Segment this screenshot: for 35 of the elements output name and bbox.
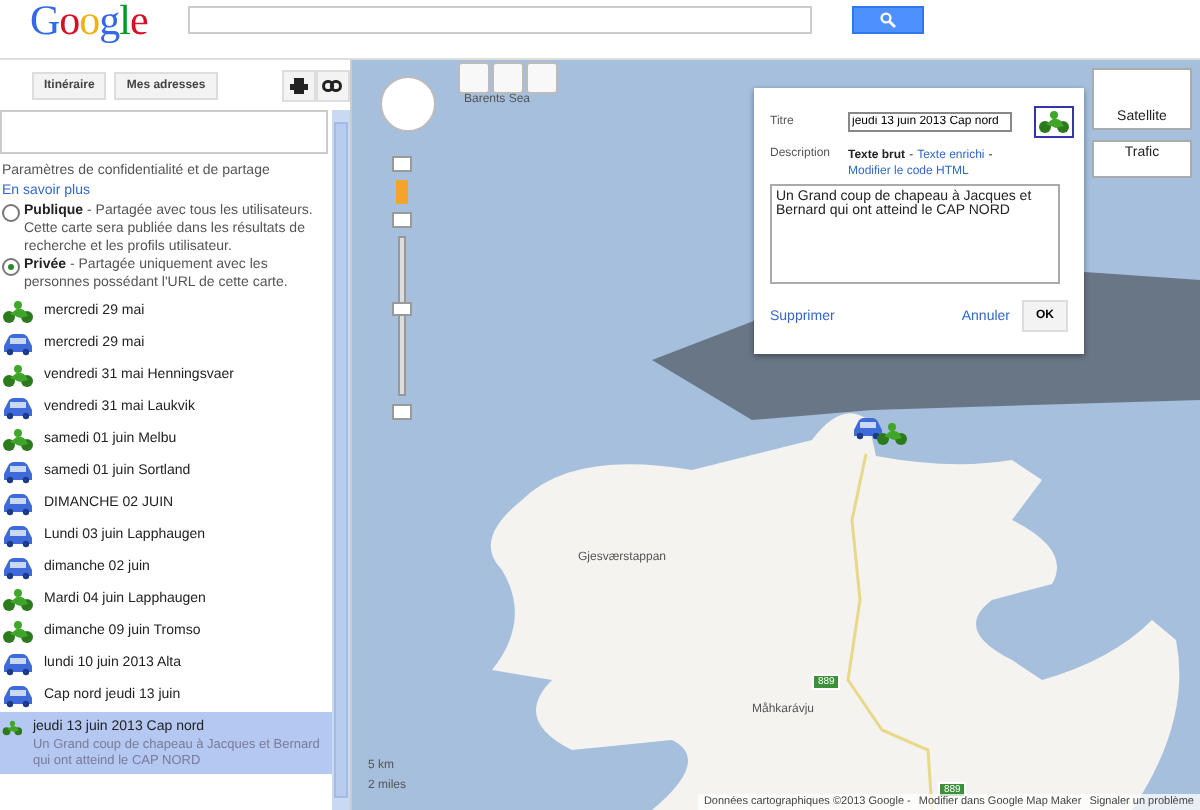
zoom-thumb[interactable]	[392, 302, 412, 317]
search-field[interactable]	[187, 6, 812, 34]
car-icon	[2, 524, 34, 548]
zoom-slider[interactable]	[398, 236, 406, 396]
motorcycle-icon	[2, 428, 34, 452]
car-icon	[2, 396, 34, 420]
motorcycle-icon	[1038, 110, 1070, 134]
motorcycle-icon	[2, 620, 34, 644]
car-icon	[2, 556, 34, 580]
print-button[interactable]	[281, 70, 316, 102]
link-icon	[322, 80, 343, 92]
motorcycle-icon	[2, 588, 34, 612]
scrollbar[interactable]	[332, 110, 350, 810]
link-button[interactable]	[315, 70, 350, 102]
zoom-button[interactable]	[392, 156, 412, 172]
search-button[interactable]	[851, 6, 924, 34]
icon-picker[interactable]	[1034, 106, 1074, 138]
car-icon	[852, 416, 884, 440]
motorcycle-icon	[2, 300, 34, 324]
google-logo[interactable]: Google	[30, 0, 148, 40]
zoom-in-button[interactable]	[392, 212, 412, 228]
zoom-out-button[interactable]	[392, 404, 412, 420]
car-icon	[2, 460, 34, 484]
car-icon	[2, 492, 34, 516]
motorcycle-icon	[2, 364, 34, 388]
motorcycle-icon	[876, 422, 908, 446]
motorcycle-icon	[2, 716, 23, 740]
car-icon	[2, 684, 34, 708]
car-icon	[2, 332, 34, 356]
car-icon	[2, 652, 34, 676]
pan-control[interactable]	[380, 76, 436, 132]
radio-button[interactable]	[2, 204, 20, 222]
map[interactable]	[352, 60, 1200, 810]
radio-button[interactable]	[2, 258, 20, 276]
search-icon	[879, 12, 896, 28]
